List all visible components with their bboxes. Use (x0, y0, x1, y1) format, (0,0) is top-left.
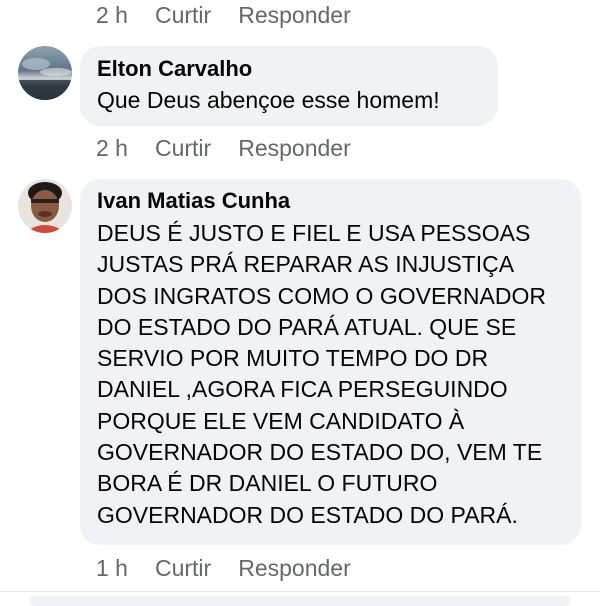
comment-text-line: GOVERNADOR DO ESTADO DO, VEM TE (97, 439, 543, 466)
comment-text-line: SERVIO POR MUITO TEMPO DO DR (97, 345, 489, 372)
comment-author[interactable]: Elton Carvalho (97, 56, 482, 82)
comment-text-line: BORA É DR DANIEL O FUTURO (97, 470, 438, 497)
divider (0, 591, 600, 592)
reply-button[interactable]: Responder (238, 2, 351, 29)
avatar-image (18, 46, 72, 100)
avatar-ivan-matias-cunha[interactable] (18, 179, 72, 233)
comment-timestamp[interactable]: 2 h (96, 135, 128, 162)
avatar-image (18, 179, 72, 233)
comment-timestamp[interactable]: 1 h (96, 555, 128, 582)
comment-bubble: Ivan Matias Cunha DEUS É JUSTO E FIEL E … (80, 179, 581, 545)
comment-text-line: DOS INGRATOS COMO O GOVERNADOR (97, 282, 546, 309)
comment-author[interactable]: Ivan Matias Cunha (97, 188, 565, 214)
reply-button[interactable]: Responder (238, 135, 351, 162)
like-button[interactable]: Curtir (155, 555, 211, 582)
comment-text-line: DO ESTADO DO PARÁ ATUAL. QUE SE (97, 313, 517, 340)
comment-text: Que Deus abençoe esse homem! (97, 87, 440, 113)
avatar-elton-carvalho[interactable] (18, 46, 72, 100)
comment-text-line: GOVERNADOR DO ESTADO DO PARÁ. (97, 501, 518, 528)
comment-text-line: PORQUE ELE VEM CANDIDATO À (97, 407, 465, 434)
comment-text-line: JUSTAS PRÁ REPARAR AS INJUSTIÇA (97, 251, 515, 278)
comment-bubble: Elton Carvalho Que Deus abençoe esse hom… (80, 46, 498, 126)
like-button[interactable]: Curtir (155, 135, 211, 162)
comment-actions-2: 1 h Curtir Responder (96, 555, 351, 582)
comment-text-line: DEUS É JUSTO E FIEL E USA PESSOAS (97, 220, 531, 246)
comment-actions-0: 2 h Curtir Responder (96, 2, 351, 29)
comment-timestamp[interactable]: 2 h (96, 2, 128, 29)
comment-input-edge[interactable] (30, 596, 570, 606)
like-button[interactable]: Curtir (155, 2, 211, 29)
comment-actions-1: 2 h Curtir Responder (96, 135, 351, 162)
comment-text-line: DANIEL ,AGORA FICA PERSEGUINDO (97, 376, 508, 403)
reply-button[interactable]: Responder (238, 555, 351, 582)
comment-text: DEUS É JUSTO E FIEL E USA PESSOAS JUSTAS… (97, 218, 565, 531)
